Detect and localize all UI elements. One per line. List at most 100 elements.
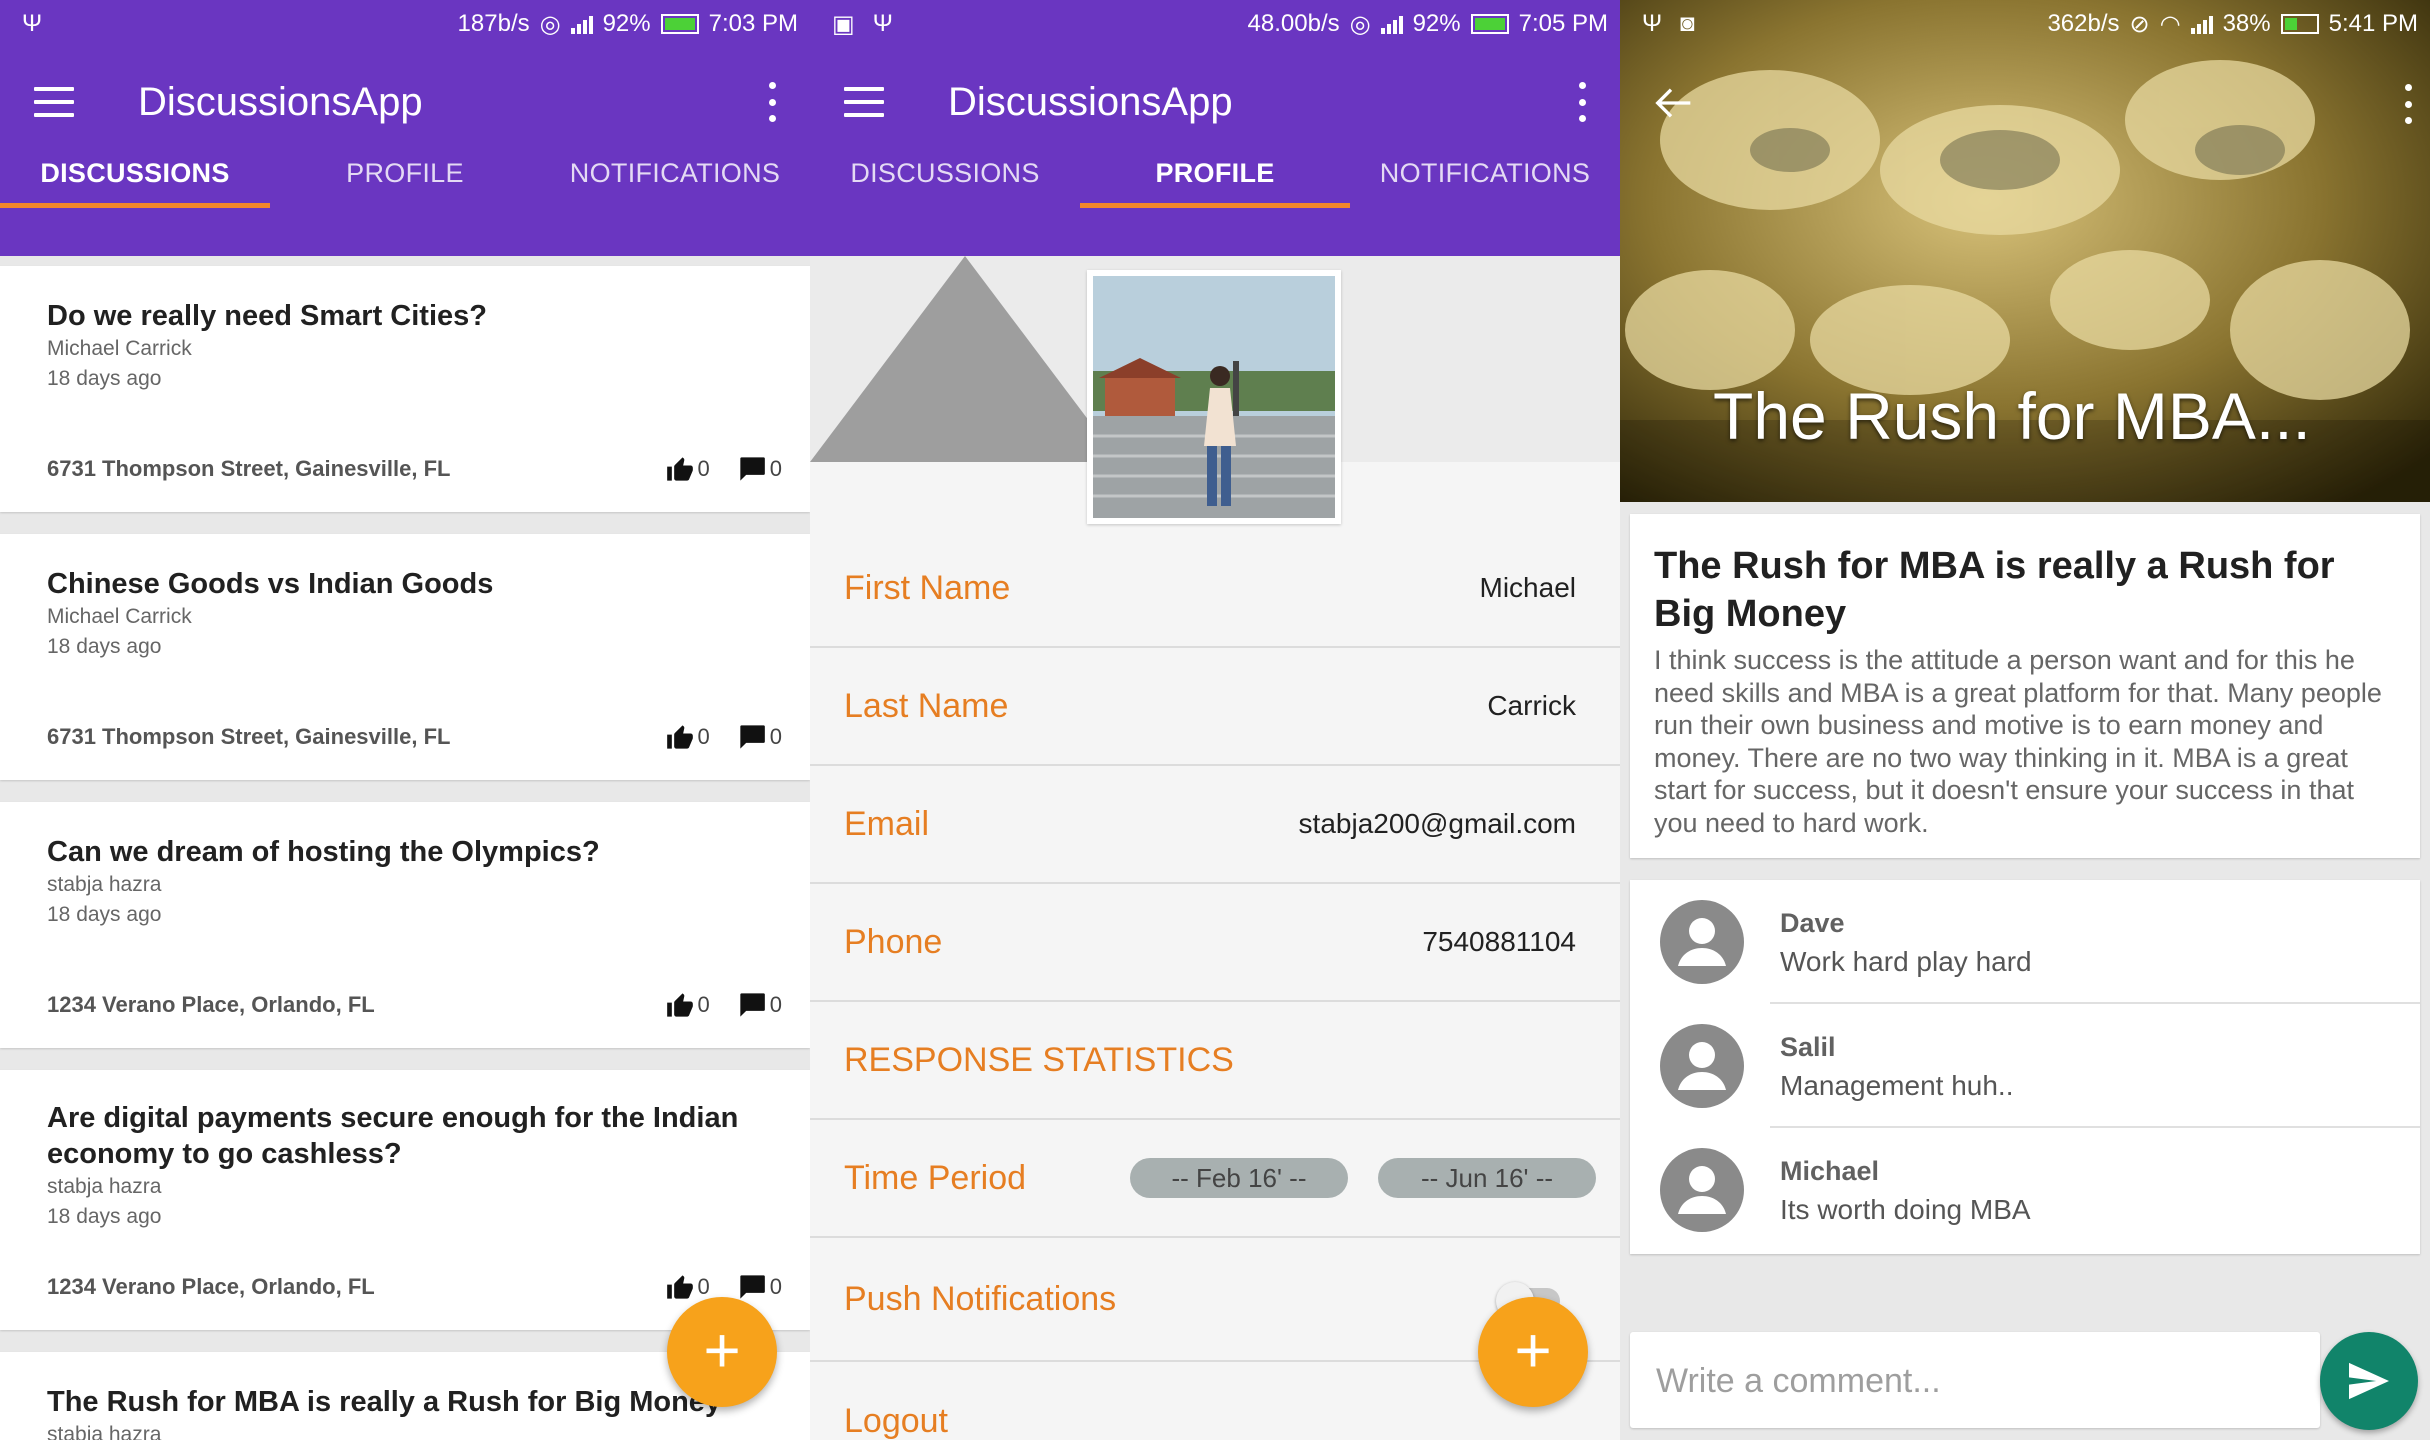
user-avatar-icon bbox=[1660, 900, 1744, 984]
comment-input[interactable]: Write a comment... bbox=[1630, 1332, 2320, 1428]
response-statistics-heading: RESPONSE STATISTICS bbox=[844, 1040, 1234, 1079]
email-value: stabja200@gmail.com bbox=[1298, 808, 1576, 839]
tab-notifications[interactable]: NOTIFICATIONS bbox=[1350, 156, 1620, 208]
like-count: 0 bbox=[697, 724, 710, 749]
like-button[interactable]: 0 bbox=[666, 724, 710, 750]
discussion-time: 18 days ago bbox=[47, 367, 162, 390]
first-name-value: Michael bbox=[1479, 572, 1576, 603]
comment-text: Management huh.. bbox=[1780, 1070, 2014, 1101]
first-name-row[interactable]: First Name Michael bbox=[810, 530, 1620, 648]
discussions-screen: Ψ 187b/s ◎ 92% 7:03 PM DiscussionsApp DI… bbox=[0, 0, 810, 1440]
discussion-detail-card: The Rush for MBA is really a Rush for Bi… bbox=[1630, 514, 2420, 858]
more-options-icon[interactable] bbox=[762, 82, 782, 122]
discussion-card[interactable]: Do we really need Smart Cities? Michael … bbox=[0, 266, 810, 512]
tab-discussions[interactable]: DISCUSSIONS bbox=[0, 156, 270, 208]
add-button[interactable]: + bbox=[1478, 1297, 1588, 1407]
discussion-title: Do we really need Smart Cities? bbox=[47, 300, 487, 332]
app-bar: Ψ 187b/s ◎ 92% 7:03 PM DiscussionsApp DI… bbox=[0, 0, 810, 256]
tab-bar: DISCUSSIONS PROFILE NOTIFICATIONS bbox=[810, 156, 1620, 208]
tab-bar: DISCUSSIONS PROFILE NOTIFICATIONS bbox=[0, 156, 810, 208]
thumbs-up-icon bbox=[666, 1275, 693, 1299]
comment-button[interactable]: 0 bbox=[738, 724, 782, 750]
comment-count: 0 bbox=[769, 456, 782, 481]
back-arrow-icon[interactable] bbox=[1652, 86, 1692, 120]
phone-value: 7540881104 bbox=[1422, 926, 1576, 957]
discussion-card[interactable]: Are digital payments secure enough for t… bbox=[0, 1070, 810, 1330]
comment-text: Its worth doing MBA bbox=[1780, 1194, 2031, 1225]
discussion-author: Michael Carrick bbox=[47, 605, 192, 628]
like-button[interactable]: 0 bbox=[666, 456, 710, 482]
email-row[interactable]: Email stabja200@gmail.com bbox=[810, 766, 1620, 884]
usb-icon: Ψ bbox=[872, 10, 893, 37]
discussion-author: stabja hazra bbox=[47, 1423, 162, 1440]
discussion-card[interactable]: Chinese Goods vs Indian Goods Michael Ca… bbox=[0, 534, 810, 780]
discussion-card[interactable]: Can we dream of hosting the Olympics? st… bbox=[0, 802, 810, 1048]
like-button[interactable]: 0 bbox=[666, 992, 710, 1018]
camera-icon: ◙ bbox=[1680, 10, 1695, 37]
app-bar: ▣ Ψ 48.00b/s ◎ 92% 7:05 PM DiscussionsAp… bbox=[810, 0, 1620, 256]
last-name-row[interactable]: Last Name Carrick bbox=[810, 648, 1620, 766]
add-discussion-button[interactable]: + bbox=[667, 1297, 777, 1407]
comment-item[interactable]: Michael Its worth doing MBA bbox=[1630, 1128, 2420, 1252]
comment-button[interactable]: 0 bbox=[738, 992, 782, 1018]
tab-profile[interactable]: PROFILE bbox=[270, 156, 540, 208]
comment-count: 0 bbox=[769, 724, 782, 749]
discussion-footer: 1234 Verano Place, Orlando, FL 0 0 bbox=[47, 1274, 782, 1300]
comments-list: Dave Work hard play hard Salil Managemen… bbox=[1630, 880, 2420, 1254]
wifi-icon: ◠ bbox=[2159, 10, 2181, 38]
discussion-address: 1234 Verano Place, Orlando, FL bbox=[47, 1274, 375, 1299]
logout-label: Logout bbox=[844, 1401, 948, 1440]
user-avatar-icon bbox=[1660, 1024, 1744, 1108]
discussion-list: Do we really need Smart Cities? Michael … bbox=[0, 256, 810, 1440]
app-title: DiscussionsApp bbox=[948, 79, 1233, 124]
network-speed: 48.00b/s bbox=[1247, 10, 1340, 37]
battery-icon bbox=[1470, 14, 1509, 34]
discussion-author: stabja hazra bbox=[47, 873, 162, 896]
period-from-chip[interactable]: -- Feb 16' -- bbox=[1130, 1158, 1348, 1198]
comment-text: Work hard play hard bbox=[1780, 946, 2032, 977]
period-to-chip[interactable]: -- Jun 16' -- bbox=[1378, 1158, 1596, 1198]
phone-label: Phone bbox=[844, 922, 943, 961]
toolbar: DiscussionsApp bbox=[0, 48, 810, 156]
image-icon: ▣ bbox=[832, 10, 855, 38]
clock: 7:03 PM bbox=[708, 10, 798, 37]
discussion-footer: 6731 Thompson Street, Gainesville, FL 0 … bbox=[47, 456, 782, 482]
thumbs-up-icon bbox=[666, 457, 693, 481]
discussion-footer: 6731 Thompson Street, Gainesville, FL 0 … bbox=[47, 724, 782, 750]
comment-item[interactable]: Dave Work hard play hard bbox=[1630, 880, 2420, 1004]
profile-picture bbox=[1093, 276, 1335, 518]
comment-button[interactable]: 0 bbox=[738, 456, 782, 482]
comment-icon bbox=[740, 725, 765, 749]
tab-profile[interactable]: PROFILE bbox=[1080, 156, 1350, 208]
thumbs-up-icon bbox=[666, 993, 693, 1017]
battery-percent: 92% bbox=[1412, 10, 1461, 37]
signal-icon bbox=[570, 14, 593, 34]
comment-icon bbox=[740, 993, 765, 1017]
tab-discussions[interactable]: DISCUSSIONS bbox=[810, 156, 1080, 208]
more-options-icon[interactable] bbox=[1572, 82, 1592, 122]
tab-notifications[interactable]: NOTIFICATIONS bbox=[540, 156, 810, 208]
comment-count: 0 bbox=[769, 1274, 782, 1299]
user-avatar-icon bbox=[1660, 1148, 1744, 1232]
discussion-address: 1234 Verano Place, Orlando, FL bbox=[47, 992, 375, 1017]
menu-icon[interactable] bbox=[844, 87, 884, 117]
commenter-name: Michael bbox=[1780, 1156, 1880, 1186]
comment-item[interactable]: Salil Management huh.. bbox=[1630, 1004, 2420, 1128]
send-comment-button[interactable] bbox=[2320, 1332, 2418, 1430]
mute-icon: ⊘ bbox=[2129, 10, 2150, 38]
signal-icon bbox=[1380, 14, 1403, 34]
like-button[interactable]: 0 bbox=[666, 1274, 710, 1300]
phone-row[interactable]: Phone 7540881104 bbox=[810, 884, 1620, 1002]
clock: 5:41 PM bbox=[2328, 10, 2418, 37]
profile-photo[interactable] bbox=[1087, 270, 1341, 524]
more-options-icon[interactable] bbox=[2398, 84, 2418, 124]
like-count: 0 bbox=[697, 992, 710, 1017]
send-icon bbox=[2349, 1362, 2389, 1400]
comment-button[interactable]: 0 bbox=[738, 1274, 782, 1300]
menu-icon[interactable] bbox=[34, 87, 74, 117]
discussion-author: stabja hazra bbox=[47, 1175, 162, 1198]
comment-icon bbox=[740, 457, 765, 481]
discussion-title: Are digital payments secure enough for t… bbox=[47, 1102, 739, 1170]
comment-count: 0 bbox=[769, 992, 782, 1017]
like-count: 0 bbox=[697, 456, 710, 481]
